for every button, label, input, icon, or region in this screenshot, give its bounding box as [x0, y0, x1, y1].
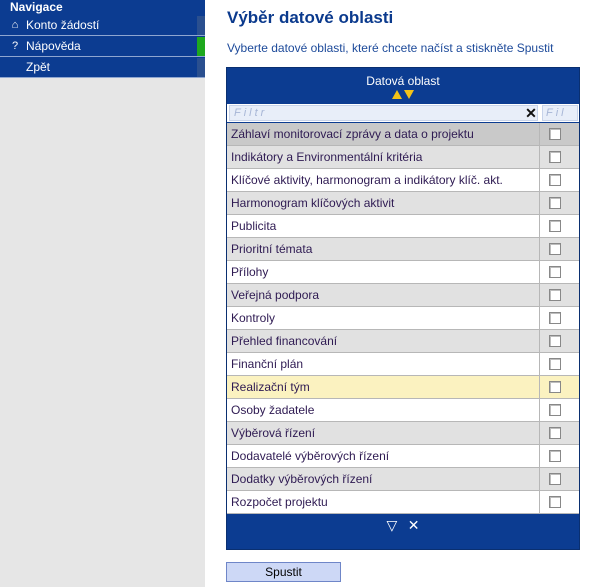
- filter-clear-icon[interactable]: ✕: [524, 104, 538, 122]
- table-row[interactable]: Prioritní témata: [227, 238, 579, 261]
- row-label: Finanční plán: [227, 353, 540, 376]
- nav-item-label: Nápověda: [26, 39, 81, 53]
- checkbox-filter-input[interactable]: Fil: [542, 105, 578, 121]
- nav-item-active-marker: [197, 37, 205, 56]
- table-row[interactable]: Finanční plán: [227, 353, 579, 376]
- row-label: Realizační tým: [227, 376, 540, 399]
- row-label: Záhlaví monitorovací zprávy a data o pro…: [227, 123, 540, 146]
- column-header-label: Datová oblast: [366, 74, 440, 88]
- data-area-grid: Datová oblast Filtr ✕ Fil Záhlaví monito…: [226, 67, 580, 550]
- column-header-datova-oblast[interactable]: Datová oblast: [227, 68, 579, 104]
- help-icon: ?: [11, 40, 19, 52]
- row-checkbox[interactable]: [549, 243, 561, 255]
- nav-item-marker: [197, 16, 205, 35]
- row-label: Výběrová řízení: [227, 422, 540, 445]
- filter-input[interactable]: Filtr: [229, 105, 538, 121]
- table-row[interactable]: Dodavatelé výběrových řízení: [227, 445, 579, 468]
- nav-item-label: Konto žádostí: [26, 18, 100, 32]
- row-checkbox[interactable]: [549, 496, 561, 508]
- row-checkbox[interactable]: [549, 220, 561, 232]
- sort-descending-icon[interactable]: [404, 90, 414, 99]
- row-checkbox[interactable]: [549, 358, 561, 370]
- table-row[interactable]: Přehled financování: [227, 330, 579, 353]
- table-row[interactable]: Harmonogram klíčových aktivit: [227, 192, 579, 215]
- row-checkbox[interactable]: [549, 151, 561, 163]
- row-label: Indikátory a Environmentální kritéria: [227, 146, 540, 169]
- row-checkbox[interactable]: [549, 450, 561, 462]
- table-row[interactable]: Přílohy: [227, 261, 579, 284]
- nav-item-label: Zpět: [26, 60, 51, 74]
- table-row[interactable]: Osoby žadatele: [227, 399, 579, 422]
- row-label: Osoby žadatele: [227, 399, 540, 422]
- row-checkbox[interactable]: [549, 266, 561, 278]
- row-checkbox[interactable]: [549, 335, 561, 347]
- row-checkbox[interactable]: [549, 174, 561, 186]
- row-label: Dodavatelé výběrových řízení: [227, 445, 540, 468]
- page-subtitle: Vyberte datové oblasti, které chcete nač…: [227, 41, 554, 55]
- sort-controls: [227, 89, 579, 101]
- page-title: Výběr datové oblasti: [227, 8, 394, 27]
- grid-footer: ▽ ✕: [227, 516, 579, 534]
- row-label: Rozpočet projektu: [227, 491, 540, 514]
- row-checkbox[interactable]: [549, 312, 561, 324]
- row-checkbox[interactable]: [549, 473, 561, 485]
- row-label: Přehled financování: [227, 330, 540, 353]
- row-label: Publicita: [227, 215, 540, 238]
- table-row[interactable]: Realizační tým: [227, 376, 579, 399]
- nav-item-zpet[interactable]: Zpět: [0, 57, 205, 78]
- clear-filter-icon[interactable]: ✕: [408, 516, 420, 534]
- sidebar: Navigace ⌂ Konto žádostí ? Nápověda Zpět: [0, 0, 205, 587]
- table-row[interactable]: Veřejná podpora: [227, 284, 579, 307]
- row-checkbox[interactable]: [549, 128, 561, 140]
- row-label: Veřejná podpora: [227, 284, 540, 307]
- table-row[interactable]: Publicita: [227, 215, 579, 238]
- grid-rows: Záhlaví monitorovací zprávy a data o pro…: [227, 123, 579, 514]
- row-label: Klíčové aktivity, harmonogram a indikáto…: [227, 169, 540, 192]
- nav-item-konto-zadosti[interactable]: ⌂ Konto žádostí: [0, 15, 205, 36]
- sort-ascending-icon[interactable]: [392, 90, 402, 99]
- row-checkbox[interactable]: [549, 404, 561, 416]
- row-checkbox[interactable]: [549, 197, 561, 209]
- nav-heading: Navigace: [0, 0, 205, 15]
- nav-item-napoveda[interactable]: ? Nápověda: [0, 36, 205, 57]
- home-icon: ⌂: [11, 19, 19, 31]
- row-label: Prioritní témata: [227, 238, 540, 261]
- row-label: Harmonogram klíčových aktivit: [227, 192, 540, 215]
- filter-row: Filtr ✕ Fil: [227, 104, 579, 122]
- row-checkbox[interactable]: [549, 381, 561, 393]
- table-row[interactable]: Dodatky výběrových řízení: [227, 468, 579, 491]
- row-label: Dodatky výběrových řízení: [227, 468, 540, 491]
- table-row[interactable]: Výběrová řízení: [227, 422, 579, 445]
- row-checkbox[interactable]: [549, 427, 561, 439]
- nav-item-marker: [197, 58, 205, 77]
- table-row[interactable]: Záhlaví monitorovací zprávy a data o pro…: [227, 123, 579, 146]
- row-label: Kontroly: [227, 307, 540, 330]
- row-label: Přílohy: [227, 261, 540, 284]
- table-row[interactable]: Indikátory a Environmentální kritéria: [227, 146, 579, 169]
- row-checkbox[interactable]: [549, 289, 561, 301]
- run-button[interactable]: Spustit: [226, 562, 341, 582]
- table-row[interactable]: Rozpočet projektu: [227, 491, 579, 514]
- table-row[interactable]: Klíčové aktivity, harmonogram a indikáto…: [227, 169, 579, 192]
- filter-icon[interactable]: ▽: [387, 516, 398, 534]
- table-row[interactable]: Kontroly: [227, 307, 579, 330]
